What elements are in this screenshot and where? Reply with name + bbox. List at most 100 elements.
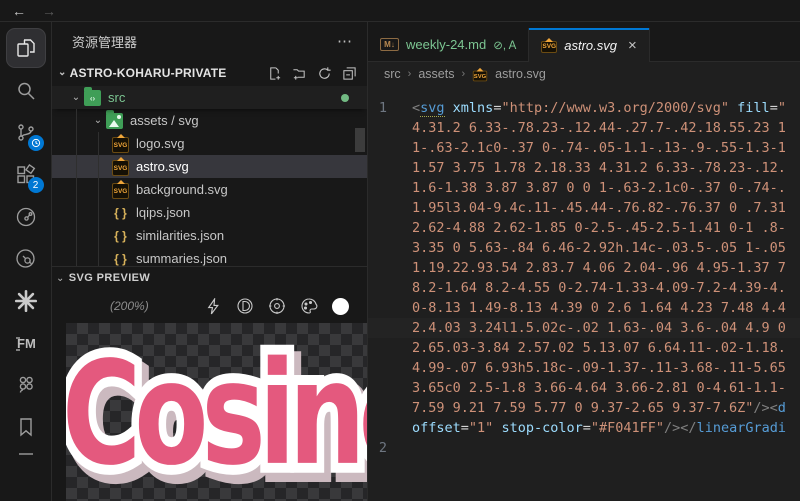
svg-file-icon: SVG [472,70,488,81]
code-text: 3.65c0 2.5-1.8 3.66-4.64 3.66-2.81 0-4.6… [412,380,786,396]
svg-file-icon: SVG [541,40,558,53]
figma-icon[interactable] [6,364,46,406]
line-number: 1 [378,100,387,116]
target-icon[interactable] [268,297,286,315]
file-label: assets / svg [130,113,199,128]
tree-item-lqips-json[interactable]: { } lqips.json [52,201,367,224]
code-line: 4.99-.07 6.93h5.18c-.09-1.37-.11-3.68-.1… [368,358,800,378]
source-control-icon[interactable] [6,112,46,154]
line-number [368,358,412,378]
file-label: background.svg [136,182,228,197]
sidebar-scrollbar[interactable] [355,128,365,152]
code-line: 3.35 0 5.63-.84 6.46-2.92h.14c-.03.5-.05… [368,238,800,258]
activity-bar: 2 FM [0,22,52,501]
tab-weekly-24-md[interactable]: M↓ weekly-24.md ⊘, A [368,28,530,61]
tab-astro-svg[interactable]: SVG astro.svg × [529,28,650,62]
folder-src-icon: ‹› [84,87,101,106]
code-text: 1.95l3.04-9.4c.11-.45.44-.76.82-.76.37 0… [412,200,786,216]
breadcrumb-file[interactable]: astro.svg [495,67,546,81]
views-more-actions-icon[interactable]: ⋯ [337,32,353,50]
back-arrow-icon[interactable]: ← [12,4,26,18]
breadcrumb-separator: › [461,68,466,80]
breadcrumb-src[interactable]: src [384,67,401,81]
breadcrumb: src › assets › SVG astro.svg [368,62,800,86]
forward-arrow-icon[interactable]: → [42,4,56,18]
code-text: 1.6-1.38 3.87 3.87 0 0 1-.63-2.1c0-.37 0… [412,180,786,196]
code-line: 0-8.13 1.49-8.13 4.39 0 2.6 1.64 4.23 7.… [368,298,800,318]
file-label: lqips.json [136,205,191,220]
chevron-down-icon[interactable]: ⌄ [68,92,84,103]
code-text: 3.35 0 5.63-.84 6.46-2.92h.14c-.03.5-.05… [412,240,786,256]
line-number [368,298,412,318]
code-editor[interactable]: 1 <svg xmlns="http://www.w3.org/2000/svg"… [368,86,800,501]
tree-item-astro-svg[interactable]: SVG astro.svg [52,155,367,178]
tree-item-logo-svg[interactable]: SVG logo.svg [52,132,367,155]
breadcrumb-assets[interactable]: assets [418,67,454,81]
tree-item-background-svg[interactable]: SVG background.svg [52,178,367,201]
code-line: 4.31.2 6.33-.78.23-.12.44-.27.7-.42.18.5… [368,118,800,138]
line-number [368,218,412,238]
tree-item-src[interactable]: ⌄ ‹› src [52,86,367,109]
logo-text: Cosine [66,331,367,497]
commit-graph-icon[interactable] [6,196,46,238]
close-icon[interactable]: × [628,37,637,54]
file-label: summaries.json [136,251,228,266]
line-number [368,398,412,418]
code-line: 1-.63-2.1c0-.37 0-.74-.05-1.1-.13-.9-.55… [368,138,800,158]
code-text: 2.65.03-3.84 2.57.02 5.13.07 6.64.11-.02… [412,340,786,356]
collapse-all-icon[interactable] [342,66,357,81]
line-number [368,178,412,198]
line-number [368,118,412,138]
sync-clock-badge [27,135,44,151]
code-line: 8.2-1.64 8.2-4.55 0-2.74-1.33-4.09-7.2-4… [368,278,800,298]
iconify-star-icon[interactable] [6,280,46,322]
new-folder-icon[interactable] [292,66,307,81]
search-icon[interactable] [6,70,46,112]
line-number [368,238,412,258]
code-text: 1.57 3.75 1.78 2.18.33 4.31.2 6.33-.78.2… [412,160,786,176]
extensions-icon[interactable]: 2 [6,154,46,196]
clipped-bottom-icon[interactable] [6,448,46,456]
svg-preview-canvas[interactable]: Cosine Cosine [66,323,367,501]
preview-background-color-circle[interactable] [332,297,349,315]
zap-icon[interactable] [205,297,222,315]
code-text: 1.19.22.93.54 2.83.7 4.06 2.04-.96 4.95-… [412,260,786,276]
code-text: offset="1" stop-color="#F041FF"/></linea… [412,420,786,436]
refresh-icon[interactable] [317,66,332,81]
palette-icon[interactable] [300,297,318,315]
svg-preview-header[interactable]: ⌄ SVG PREVIEW [52,267,367,289]
code-line: 2.4.03 3.24l1.5.02c-.02 1.63-.04 3.6-.04… [368,318,800,338]
code-line: 7.59 9.21 7.59 5.77 0 9.37-2.65 9.37-7.6… [368,398,800,418]
contrast-icon[interactable] [236,297,254,315]
json-file-icon: { } [114,205,127,220]
explorer-icon[interactable] [5,28,46,68]
tree-item-similarities-json[interactable]: { } similarities.json [52,224,367,247]
tree-item-summaries-json[interactable]: { } summaries.json [52,247,367,266]
code-text: 2.4.03 3.24l1.5.02c-.02 1.63-.04 3.6-.04… [412,320,786,336]
svg-file-icon: SVG [112,183,129,199]
code-line: 1 <svg xmlns="http://www.w3.org/2000/svg"… [368,98,800,118]
chevron-down-icon[interactable]: ⌄ [90,115,106,126]
code-text: 0-8.13 1.49-8.13 4.39 0 2.6 1.64 4.23 7.… [412,300,786,316]
git-modified-dot [341,93,349,102]
svg-preview-title: SVG PREVIEW [68,272,151,284]
line-number [368,338,412,358]
tab-label: astro.svg [564,37,618,53]
line-number [368,198,412,218]
svg-preview-panel: ⌄ SVG PREVIEW (200%) Cosin Cosin [52,266,367,501]
workspace-section-header[interactable]: ⌄ ASTRO-KOHARU-PRIVATE [52,60,367,86]
folder-assets-icon [106,110,123,129]
json-file-icon: { } [114,251,127,266]
tab-bar: M↓ weekly-24.md ⊘, A SVG astro.svg × [368,22,800,62]
code-text: <svg xmlns="http://www.w3.org/2000/svg" … [412,100,786,117]
explorer-sidebar: 资源管理器 ⋯ ⌄ ASTRO-KOHARU-PRIVATE ⌄ ‹› src … [52,22,368,501]
editor-group: M↓ weekly-24.md ⊘, A SVG astro.svg × src… [368,22,800,501]
references-icon[interactable] [6,238,46,280]
file-label: astro.svg [136,159,189,174]
tree-item-assets-svg[interactable]: ⌄ assets / svg [52,109,367,132]
new-file-icon[interactable] [267,66,282,81]
code-text: 8.2-1.64 8.2-4.55 0-2.74-1.33-4.09-7.2-4… [412,280,786,296]
front-matter-icon[interactable]: FM [6,322,46,364]
bookmarks-icon[interactable] [6,406,46,448]
file-label: similarities.json [136,228,225,243]
